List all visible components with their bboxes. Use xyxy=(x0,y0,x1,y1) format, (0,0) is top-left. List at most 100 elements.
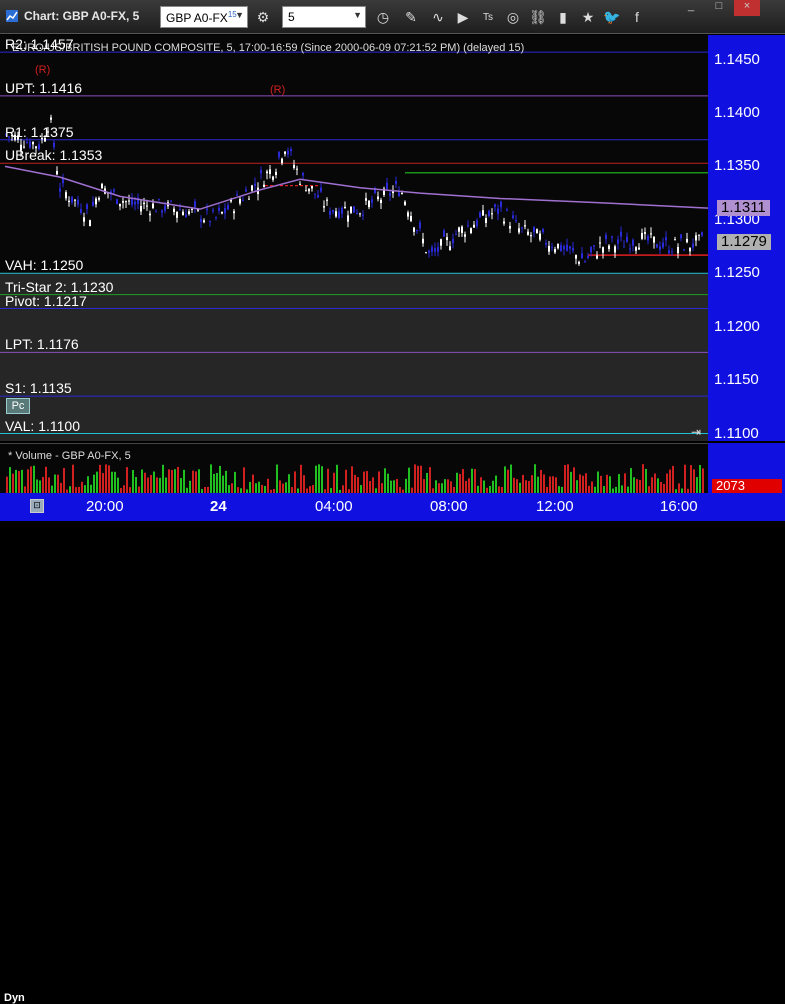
volume-bar xyxy=(579,474,581,493)
candle-body xyxy=(380,199,382,204)
volume-bar xyxy=(123,485,125,493)
candle-body xyxy=(692,243,694,248)
candle-body xyxy=(587,256,589,259)
clock-icon[interactable]: ◷ xyxy=(372,6,394,28)
candle-body xyxy=(437,247,439,252)
volume-bar xyxy=(573,467,575,493)
pc-button[interactable]: Pc xyxy=(6,398,30,414)
volume-bar xyxy=(381,483,383,493)
volume-bar xyxy=(180,478,182,493)
play-icon[interactable]: ▶ xyxy=(452,6,474,28)
candle-body xyxy=(215,217,217,219)
candle-body xyxy=(101,183,103,189)
volume-bar xyxy=(624,473,626,493)
volume-bar xyxy=(48,477,50,493)
candle-body xyxy=(161,210,163,213)
link-icon[interactable]: ⛓ xyxy=(527,6,549,28)
volume-bar xyxy=(42,476,44,493)
gear-icon[interactable]: ⚙ xyxy=(252,6,274,28)
candle-body xyxy=(164,205,166,211)
chevron-down-icon[interactable]: ▼ xyxy=(235,10,244,20)
candle-body xyxy=(518,228,520,233)
volume-bar xyxy=(396,478,398,493)
chart-info: EURO/US/BRITISH POUND COMPOSITE, 5, 17:0… xyxy=(12,42,525,54)
volume-bar xyxy=(360,485,362,493)
minimize-button[interactable]: _ xyxy=(678,0,704,16)
price-chart[interactable] xyxy=(0,35,708,441)
candle-body xyxy=(503,221,505,224)
candle-body xyxy=(458,227,460,232)
volume-bar xyxy=(471,468,473,493)
chevron-down-icon[interactable]: ▼ xyxy=(353,10,362,20)
candle-body xyxy=(641,232,643,239)
wave-icon[interactable]: ∿ xyxy=(427,6,449,28)
time-axis[interactable]: Dyn ⊡ 20:00 24 04:00 08:00 12:00 16:00 xyxy=(0,493,785,1004)
volume-bar xyxy=(312,485,314,493)
candle-body xyxy=(188,211,190,215)
candle-body xyxy=(611,236,613,238)
candle-body xyxy=(455,234,457,236)
volume-bar xyxy=(672,465,674,493)
pencil-icon[interactable]: ✎ xyxy=(400,6,422,28)
candle-body xyxy=(287,150,289,155)
twitter-icon[interactable]: 🐦 xyxy=(601,6,623,28)
volume-bar xyxy=(99,464,101,493)
volume-bar xyxy=(534,464,536,493)
candle-body xyxy=(404,201,406,205)
candle-body xyxy=(179,209,181,211)
volume-bar xyxy=(528,481,530,493)
candle-body xyxy=(554,249,556,253)
candle-body xyxy=(593,245,595,247)
candle-body xyxy=(275,171,277,175)
lock-icon[interactable]: ⊡ xyxy=(30,499,44,513)
volume-bar xyxy=(702,468,704,493)
volume-bar xyxy=(255,483,257,493)
candle-body xyxy=(233,211,235,214)
candle-body xyxy=(482,210,484,216)
level-label: VAH: 1.1250 xyxy=(5,257,84,274)
price-tick-label: 1.1400 xyxy=(714,103,760,121)
candle-body xyxy=(686,238,688,243)
volume-bar xyxy=(252,474,254,493)
volume-bar xyxy=(141,469,143,493)
volume-bar xyxy=(393,480,395,493)
candle-body xyxy=(674,239,676,241)
volume-bar xyxy=(585,473,587,493)
volume-bar xyxy=(366,471,368,493)
volume-bar xyxy=(465,480,467,493)
candle-body xyxy=(251,185,253,191)
ts-icon[interactable]: Ts xyxy=(477,6,499,28)
interval-input[interactable]: 5 ▼ xyxy=(282,6,366,28)
candle-body xyxy=(119,203,121,207)
star-icon[interactable]: ★ xyxy=(577,6,599,28)
target-icon[interactable]: ◎ xyxy=(502,6,524,28)
volume-bar xyxy=(645,468,647,493)
bars-icon[interactable]: ▮ xyxy=(552,6,574,28)
volume-bar xyxy=(300,464,302,493)
close-button[interactable]: × xyxy=(734,0,760,16)
r-marker: (R) xyxy=(35,64,51,76)
candle-body xyxy=(239,199,241,204)
volume-bar xyxy=(57,474,59,493)
symbol-input[interactable]: GBP A0-FX15 ▼ xyxy=(160,6,248,28)
volume-bar xyxy=(519,482,521,493)
candle-body xyxy=(386,182,388,190)
volume-bar xyxy=(159,477,161,493)
volume-bar xyxy=(60,482,62,493)
volume-bar xyxy=(531,475,533,493)
volume-bar xyxy=(357,477,359,493)
candle-body xyxy=(311,186,313,189)
dyn-label[interactable]: Dyn xyxy=(4,992,25,1004)
value-area-shade xyxy=(0,273,708,441)
maximize-button[interactable]: □ xyxy=(706,0,732,16)
price-chart-svg[interactable] xyxy=(0,35,708,441)
candle-body xyxy=(524,225,526,227)
candle-body xyxy=(464,234,466,237)
candle-body xyxy=(278,151,280,158)
candle-body xyxy=(320,187,322,192)
facebook-icon[interactable]: f xyxy=(626,6,648,28)
candle-body xyxy=(575,255,577,259)
scroll-to-end-icon[interactable]: ⇥ xyxy=(686,424,706,440)
candle-body xyxy=(209,221,211,223)
volume-bar xyxy=(543,474,545,493)
